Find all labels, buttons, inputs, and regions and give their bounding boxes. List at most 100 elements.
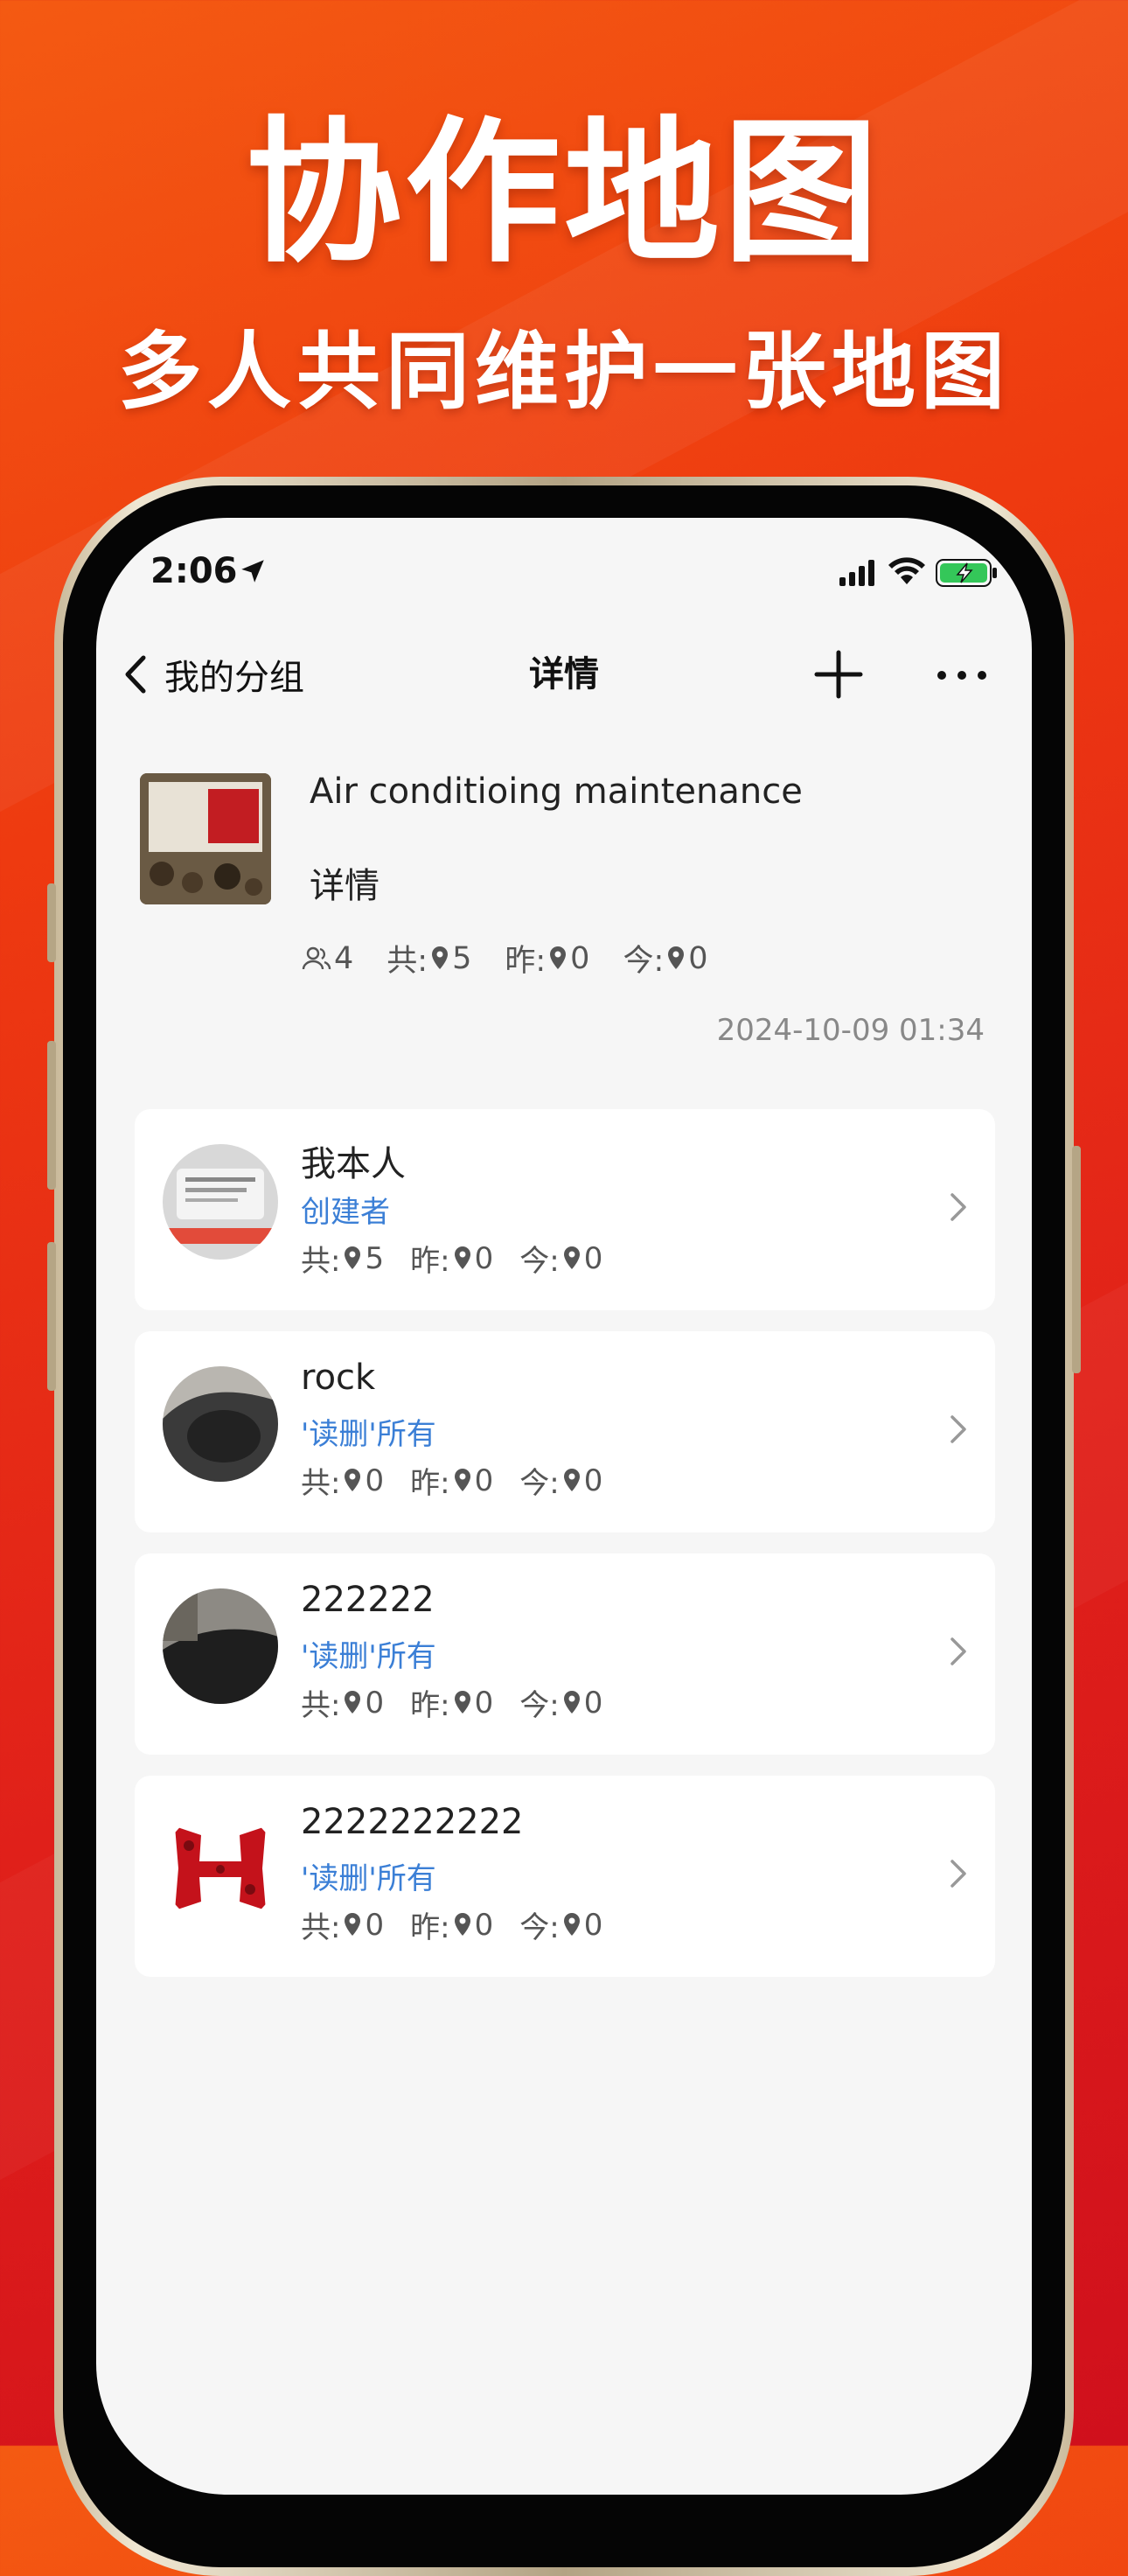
total-stat: 共: 0 (301, 1459, 384, 1502)
member-list: 我本人 创建者 共: 5 昨: 0 今: 0 rock '读删'所有 共: 0 昨: (135, 1109, 995, 1998)
map-pin-icon (345, 1246, 361, 1269)
yesterday-value: 0 (570, 940, 590, 976)
yesterday-stat: 昨: 0 (410, 1459, 493, 1502)
today-value: 0 (583, 1907, 603, 1943)
hero-subtitle: 多人共同维护一张地图 (118, 323, 1010, 421)
total-value: 5 (452, 940, 472, 976)
total-stat: 共: 5 (301, 1237, 384, 1280)
today-stat: 今: 0 (519, 1903, 602, 1946)
today-label: 今: (519, 1466, 560, 1501)
member-role: '读删'所有 (301, 1417, 436, 1452)
map-pin-icon (563, 1912, 580, 1936)
yesterday-stat: 昨: 0 (410, 1903, 493, 1946)
yesterday-stat: 昨: 0 (410, 1681, 493, 1724)
member-name: 2222222222 (301, 1802, 524, 1842)
yesterday-label: 昨: (410, 1466, 450, 1501)
map-pin-icon (345, 1690, 361, 1714)
map-pin-icon (454, 1912, 470, 1936)
back-button[interactable]: 我的分组 (121, 644, 304, 705)
total-value: 0 (365, 1685, 385, 1721)
cellular-signal-icon (839, 560, 874, 586)
yesterday-label: 昨: (410, 1688, 450, 1723)
hero-title: 协作地图 (246, 101, 882, 283)
member-count: 4 (334, 940, 354, 976)
today-label: 今: (519, 1910, 560, 1945)
member-count-stat: 4 (299, 941, 353, 976)
total-label: 共: (301, 1910, 341, 1945)
yesterday-value: 0 (474, 1463, 494, 1498)
map-pin-icon (345, 1468, 361, 1491)
status-time: 2:06 (150, 551, 238, 591)
member-card[interactable]: rock '读删'所有 共: 0 昨: 0 今: 0 (135, 1331, 995, 1532)
chevron-right-icon (950, 1860, 966, 1888)
total-value: 0 (365, 1907, 385, 1943)
yesterday-value: 0 (474, 1685, 494, 1721)
today-stat: 今: 0 (623, 936, 707, 981)
yesterday-value: 0 (474, 1907, 494, 1943)
app-screen: 2:06 我的分组 详情 Air conditioing maintenance… (96, 518, 1032, 2495)
group-stats: 4 共: 5 昨: 0 今: 0 (299, 936, 742, 981)
map-pin-icon (563, 1468, 580, 1491)
phone-side-button (47, 1041, 56, 1190)
member-card[interactable]: 我本人 创建者 共: 5 昨: 0 今: 0 (135, 1109, 995, 1310)
yesterday-label: 昨: (410, 1910, 450, 1945)
group-date: 2024-10-09 01:34 (716, 1013, 985, 1048)
total-stat: 共: 0 (301, 1681, 384, 1724)
avatar (163, 1144, 278, 1260)
more-dots-icon[interactable] (931, 651, 992, 700)
chevron-right-icon (950, 1415, 966, 1443)
chevron-left-icon (125, 655, 146, 694)
map-pin-icon (563, 1246, 580, 1269)
group-name: Air conditioing maintenance (310, 771, 803, 812)
member-role: '读删'所有 (301, 1861, 436, 1896)
today-value: 0 (583, 1240, 603, 1276)
map-pin-icon (668, 946, 685, 969)
map-pin-icon (563, 1690, 580, 1714)
total-label: 共: (301, 1466, 341, 1501)
member-name: 我本人 (301, 1144, 406, 1184)
wifi-icon (888, 557, 925, 584)
map-pin-icon (454, 1468, 470, 1491)
back-label: 我的分组 (164, 658, 304, 698)
today-label: 今: (519, 1244, 560, 1279)
avatar (163, 1811, 278, 1926)
member-name: 222222 (301, 1580, 435, 1620)
chevron-right-icon (950, 1637, 966, 1665)
map-pin-icon (454, 1690, 470, 1714)
location-arrow-icon (241, 560, 264, 583)
member-card[interactable]: 2222222222 '读删'所有 共: 0 昨: 0 今: 0 (135, 1776, 995, 1977)
total-label: 共: (301, 1244, 341, 1279)
today-stat: 今: 0 (519, 1459, 602, 1502)
member-role: '读删'所有 (301, 1639, 436, 1674)
member-stats: 共: 0 昨: 0 今: 0 (301, 1903, 629, 1946)
navigation-bar: 我的分组 详情 (96, 632, 1032, 719)
group-thumbnail (140, 773, 271, 904)
plus-icon[interactable] (811, 647, 866, 702)
phone-side-button (47, 883, 56, 962)
member-stats: 共: 5 昨: 0 今: 0 (301, 1237, 629, 1280)
chevron-right-icon (950, 1193, 966, 1221)
map-pin-icon (454, 1246, 470, 1269)
map-pin-icon (345, 1912, 361, 1936)
phone-side-button (1072, 1146, 1081, 1373)
yesterday-value: 0 (474, 1240, 494, 1276)
yesterday-label: 昨: (410, 1244, 450, 1279)
member-card[interactable]: 222222 '读删'所有 共: 0 昨: 0 今: 0 (135, 1553, 995, 1755)
total-stat: 共: 0 (301, 1903, 384, 1946)
member-stats: 共: 0 昨: 0 今: 0 (301, 1459, 629, 1502)
today-value: 0 (688, 940, 708, 976)
phone-side-button (47, 1242, 56, 1391)
yesterday-stat: 昨: 0 (410, 1237, 493, 1280)
avatar (163, 1366, 278, 1482)
member-name: rock (301, 1358, 376, 1398)
map-pin-icon (550, 946, 567, 969)
total-value: 0 (365, 1463, 385, 1498)
status-bar: 2:06 (96, 518, 1032, 623)
today-value: 0 (583, 1463, 603, 1498)
group-detail-label: 详情 (310, 866, 379, 906)
avatar (163, 1588, 278, 1704)
members-icon (302, 946, 331, 969)
battery-charging-icon (936, 559, 997, 587)
today-label: 今: (623, 944, 665, 979)
total-value: 5 (365, 1240, 385, 1276)
